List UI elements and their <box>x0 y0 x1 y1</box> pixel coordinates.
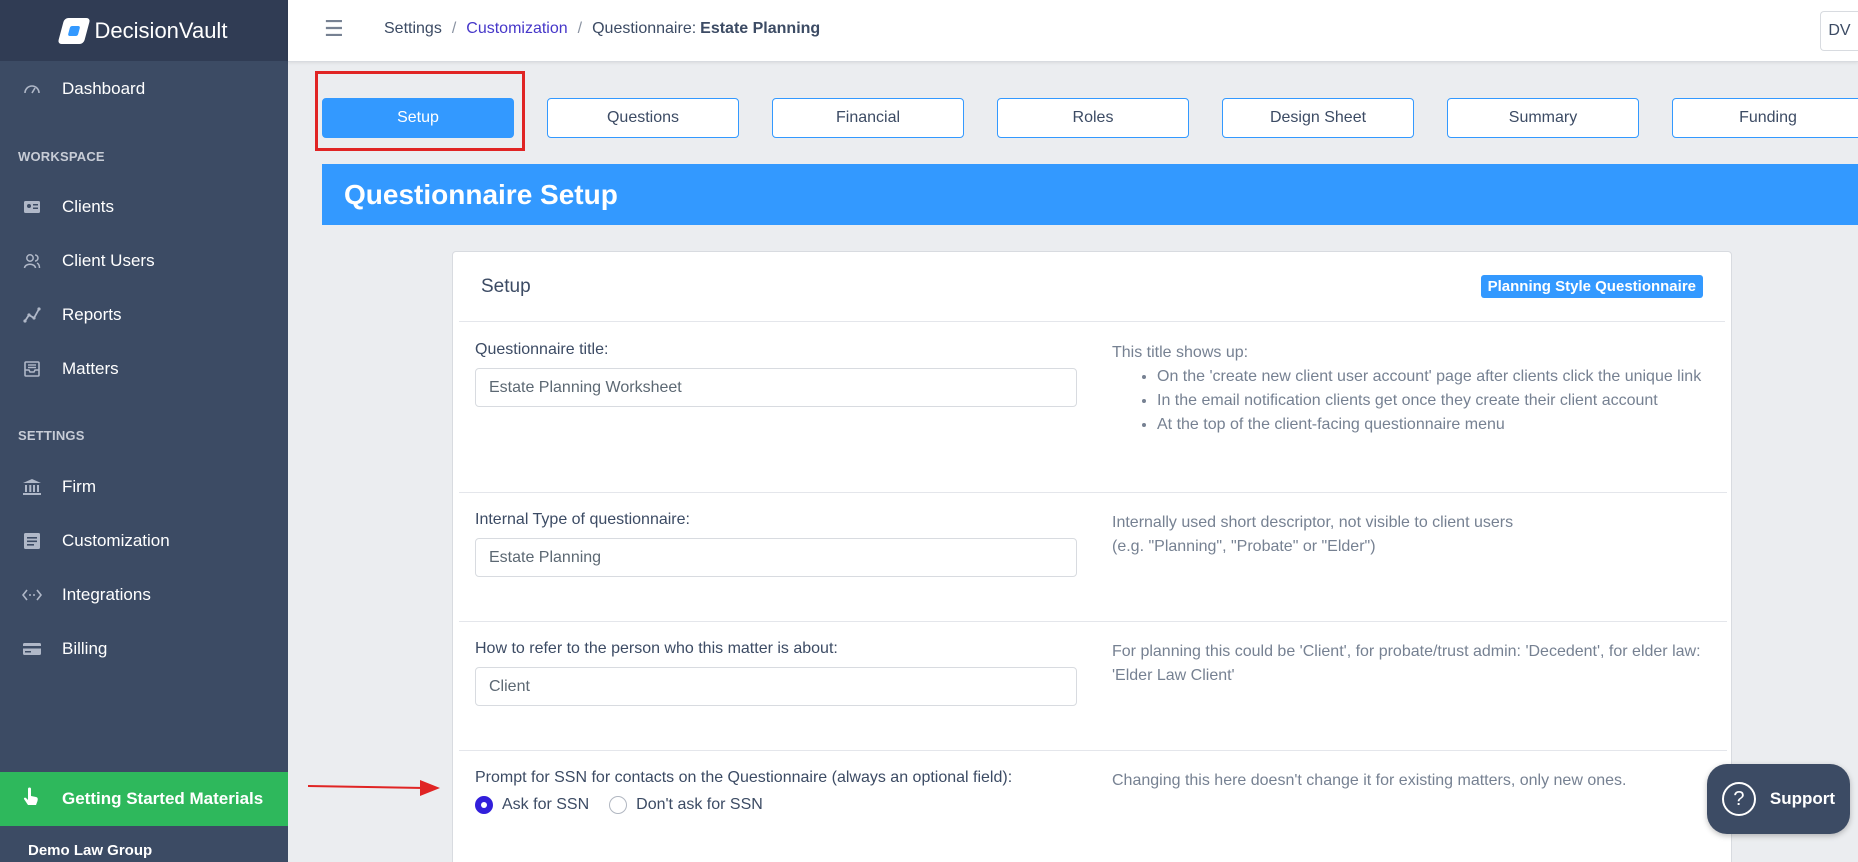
firm-name: Demo Law Group <box>28 842 153 859</box>
dont-ask-ssn-label: Don't ask for SSN <box>636 796 763 813</box>
question-mark-icon: ? <box>1721 782 1756 816</box>
support-label: Support <box>1769 789 1836 808</box>
tab-summary[interactable]: Summary <box>1447 98 1639 138</box>
sidebar-item-label: Dashboard <box>62 79 146 98</box>
person-reference-input[interactable]: Client <box>475 667 1077 706</box>
users-icon <box>22 251 42 271</box>
sidebar-item-label: Clients <box>62 197 114 216</box>
sidebar-item-customization[interactable]: Customization <box>0 516 288 566</box>
tab-roles[interactable]: Roles <box>997 98 1189 138</box>
header: ☰ Settings / Customization / Questionnai… <box>288 0 1858 62</box>
questionnaire-type-label: Internal Type of questionnaire: <box>475 511 690 528</box>
breadcrumb-questionnaire-prefix: Questionnaire: <box>592 20 697 37</box>
person-field-row: How to refer to the person who this matt… <box>459 622 1727 751</box>
breadcrumb-separator: / <box>451 20 457 37</box>
ask-ssn-radio[interactable] <box>475 796 493 814</box>
getting-started-label: Getting Started Materials <box>62 789 264 808</box>
sidebar-item-label: Client Users <box>62 251 155 270</box>
questionnaire-type-input[interactable]: Estate Planning <box>475 538 1077 577</box>
hand-pointer-icon <box>22 787 42 812</box>
sidebar-item-clients[interactable]: Clients <box>0 182 288 232</box>
sidebar-item-label: Customization <box>62 531 170 550</box>
sidebar-item-reports[interactable]: Reports <box>0 290 288 340</box>
ask-ssn-option[interactable]: Ask for SSN <box>475 796 589 814</box>
questionnaire-type-help: Internally used short descriptor, not vi… <box>1112 511 1712 559</box>
credit-card-icon <box>22 639 42 659</box>
sidebar-item-label: Matters <box>62 359 119 378</box>
sidebar-item-matters[interactable]: Matters <box>0 344 288 394</box>
help-line: (e.g. "Planning", "Probate" or "Elder") <box>1112 538 1376 555</box>
breadcrumb-questionnaire-name: Estate Planning <box>700 20 821 37</box>
inbox-icon <box>22 359 42 379</box>
tab-design-sheet[interactable]: Design Sheet <box>1222 98 1414 138</box>
code-icon <box>22 585 42 605</box>
person-reference-label: How to refer to the person who this matt… <box>475 640 838 657</box>
dont-ask-ssn-option[interactable]: Don't ask for SSN <box>609 796 763 814</box>
sidebar-item-label: Reports <box>62 305 122 324</box>
sidebar-item-label: Firm <box>62 477 96 496</box>
help-list-item: In the email notification clients get on… <box>1157 389 1712 413</box>
card-title: Setup <box>481 275 531 297</box>
ssn-help: Changing this here doesn't change it for… <box>1112 772 1627 789</box>
questionnaire-title-label: Questionnaire title: <box>475 341 609 358</box>
annotation-arrow-icon <box>308 780 440 796</box>
brand-name: DecisionVault <box>94 17 228 43</box>
title-field-row: Questionnaire title: Estate Planning Wor… <box>459 323 1727 493</box>
decisionvault-logo-icon <box>57 17 91 44</box>
setup-card: Setup Planning Style Questionnaire Quest… <box>452 251 1732 862</box>
breadcrumb: Settings / Customization / Questionnaire… <box>384 20 820 38</box>
person-reference-help: For planning this could be 'Client', for… <box>1112 643 1701 684</box>
bank-icon <box>22 477 42 497</box>
questionnaire-title-input[interactable]: Estate Planning Worksheet <box>475 368 1077 407</box>
sidebar: DecisionVault Dashboard WORKSPACE Client… <box>0 0 288 862</box>
workspace-section-title: WORKSPACE <box>18 149 105 164</box>
tab-setup[interactable]: Setup <box>322 98 514 138</box>
getting-started-materials-link[interactable]: Getting Started Materials <box>0 772 288 826</box>
ssn-radio-group: Ask for SSN Don't ask for SSN <box>475 796 783 814</box>
user-menu-button[interactable]: DV <box>1820 11 1858 51</box>
page-title-banner: Questionnaire Setup <box>322 164 1858 225</box>
breadcrumb-customization[interactable]: Customization <box>466 20 567 38</box>
breadcrumb-separator: / <box>577 20 583 37</box>
settings-section-title: SETTINGS <box>18 428 85 443</box>
questionnaire-title-help: This title shows up: On the 'create new … <box>1112 341 1712 437</box>
help-list-item: At the top of the client-facing question… <box>1157 413 1712 437</box>
questionnaire-style-badge: Planning Style Questionnaire <box>1480 275 1703 298</box>
dont-ask-ssn-radio[interactable] <box>609 796 628 814</box>
sidebar-item-dashboard[interactable]: Dashboard <box>0 64 288 114</box>
type-field-row: Internal Type of questionnaire: Estate P… <box>459 493 1727 622</box>
tab-funding[interactable]: Funding <box>1672 98 1858 138</box>
tab-questions[interactable]: Questions <box>547 98 739 138</box>
help-list-item: On the 'create new client user account' … <box>1157 365 1712 389</box>
sidebar-item-label: Integrations <box>62 585 151 604</box>
speedometer-icon <box>22 79 42 99</box>
ssn-prompt-label: Prompt for SSN for contacts on the Quest… <box>475 769 1013 786</box>
sidebar-item-billing[interactable]: Billing <box>0 624 288 674</box>
tab-financial[interactable]: Financial <box>772 98 964 138</box>
ask-ssn-label: Ask for SSN <box>502 796 590 813</box>
support-button[interactable]: ? Support <box>1707 764 1850 834</box>
chart-line-icon <box>22 305 42 325</box>
list-icon <box>22 531 42 551</box>
hamburger-menu-icon[interactable]: ☰ <box>324 16 344 42</box>
sidebar-item-firm[interactable]: Firm <box>0 462 288 512</box>
ssn-field-row: Prompt for SSN for contacts on the Quest… <box>459 751 1727 862</box>
sidebar-item-client-users[interactable]: Client Users <box>0 236 288 286</box>
sidebar-item-integrations[interactable]: Integrations <box>0 570 288 620</box>
brand[interactable]: DecisionVault <box>0 0 288 61</box>
card-header: Setup Planning Style Questionnaire <box>459 252 1725 322</box>
help-line: Internally used short descriptor, not vi… <box>1112 514 1514 531</box>
id-card-icon <box>22 197 42 217</box>
help-intro: This title shows up: <box>1112 344 1249 361</box>
sidebar-item-label: Billing <box>62 639 108 658</box>
breadcrumb-settings[interactable]: Settings <box>384 20 442 38</box>
